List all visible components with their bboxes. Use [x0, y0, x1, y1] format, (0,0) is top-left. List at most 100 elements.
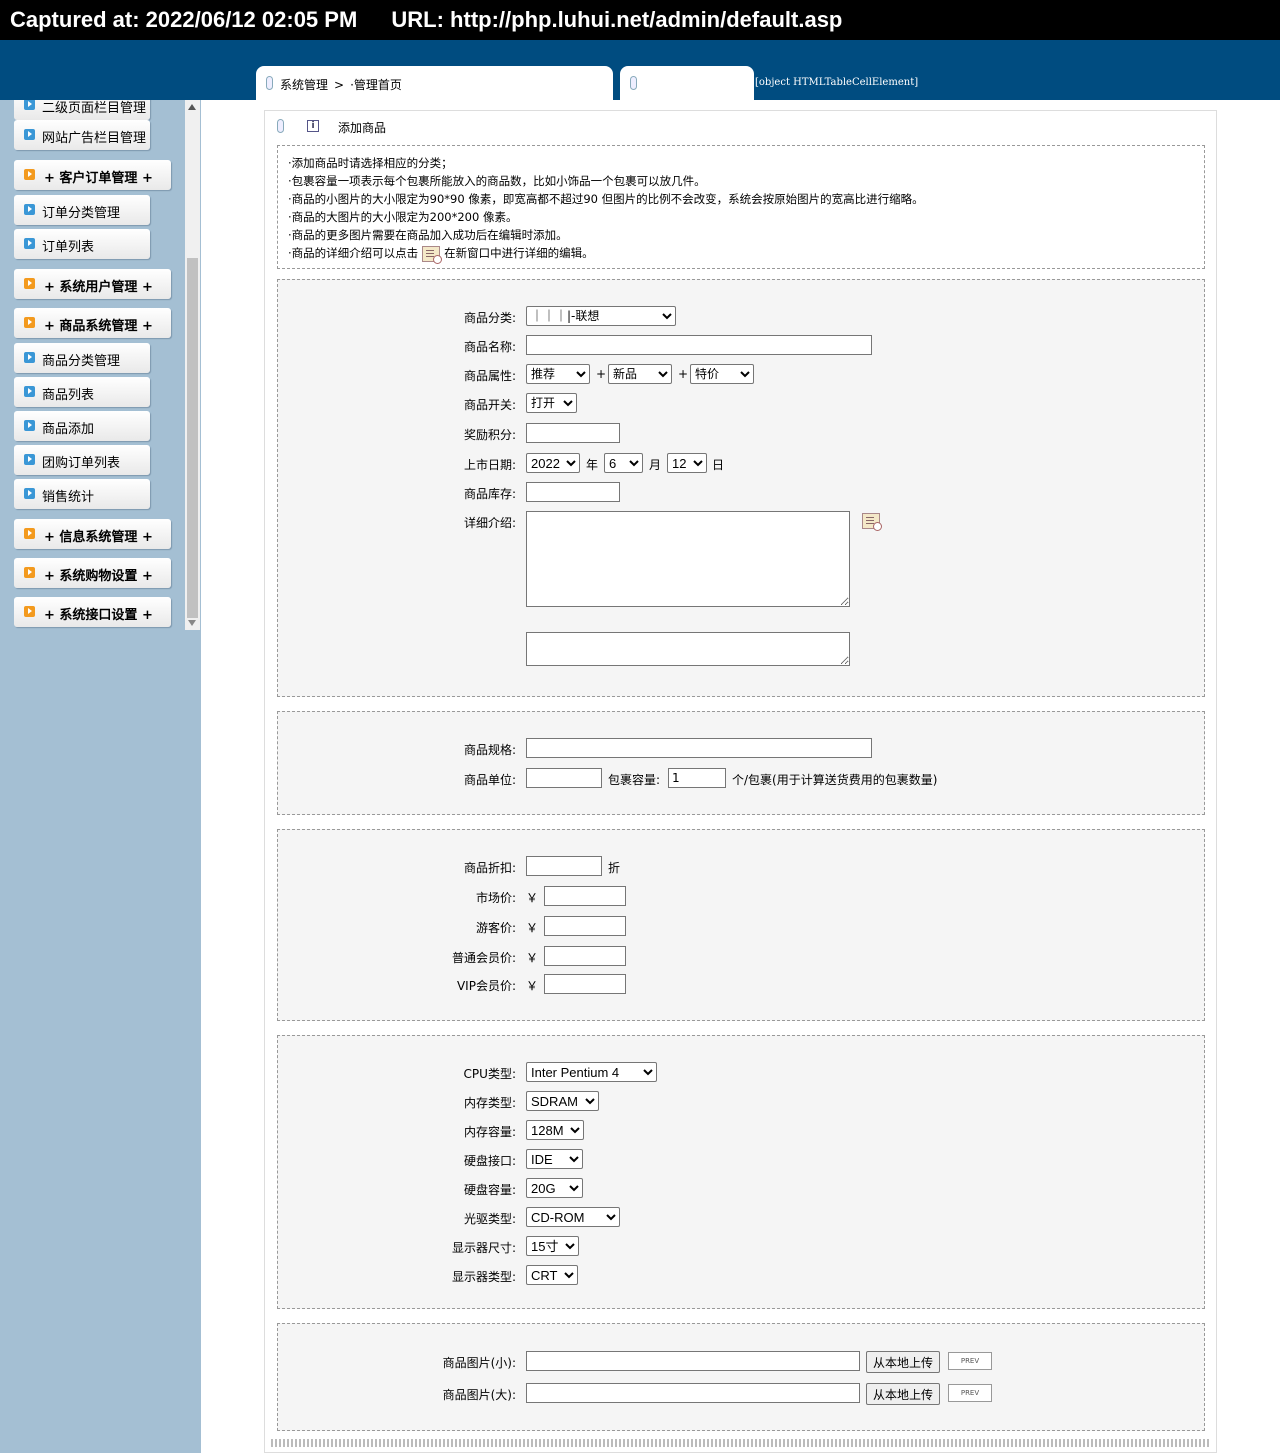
row-vip-price: VIP会员价: ￥ — [278, 974, 1206, 996]
name-label: 商品名称: — [463, 340, 516, 354]
currency-sign: ￥ — [526, 921, 539, 935]
row-points: 奖励积分: — [278, 423, 1206, 445]
vip-price-input[interactable] — [544, 974, 626, 994]
attr-special-select[interactable]: 特价 — [690, 364, 754, 384]
points-input[interactable] — [526, 423, 620, 443]
optical-label: 光驱类型: — [463, 1212, 516, 1226]
blue-arrow-icon — [24, 100, 35, 110]
mem-size-select[interactable]: 128M — [526, 1120, 584, 1140]
capacity-input[interactable] — [668, 768, 726, 788]
capacity-hint: 个/包裹(用于计算送货费用的包裹数量) — [732, 773, 938, 787]
sidebar-group[interactable]: + 客户订单管理 + — [14, 160, 171, 190]
row-date: 上市日期: 2022 年 6 月 12 日 — [278, 453, 1206, 475]
sidebar-item-label: + 系统接口设置 + — [44, 608, 153, 623]
cpu-select[interactable]: Inter Pentium 4 — [526, 1062, 657, 1082]
plus-sign: + — [596, 367, 607, 381]
month-select[interactable]: 6 — [604, 453, 643, 473]
sidebar-item[interactable]: 商品分类管理 — [14, 343, 150, 373]
market-price-input[interactable] — [544, 886, 626, 906]
category-select[interactable]: ｜｜｜|-联想 — [526, 306, 676, 326]
sidebar-item[interactable]: 网站广告栏目管理 — [14, 120, 150, 150]
upload-small-button[interactable]: 从本地上传 — [866, 1351, 941, 1373]
breadcrumb-system[interactable]: 系统管理 — [280, 78, 328, 92]
small-image-input[interactable] — [526, 1351, 860, 1371]
stock-label: 商品库存: — [463, 487, 516, 501]
row-discount: 商品折扣: 折 — [278, 856, 1206, 878]
prev-small-button[interactable]: PREV — [948, 1352, 992, 1370]
sidebar-item[interactable]: 二级页面栏目管理 — [14, 100, 150, 120]
captured-url: URL: http://php.luhui.net/admin/default.… — [391, 7, 843, 32]
attr-recommend-select[interactable]: 推荐 — [526, 364, 590, 384]
switch-select[interactable]: 打开 — [526, 393, 577, 413]
prev-large-button[interactable]: PREV — [948, 1384, 992, 1402]
sidebar-group[interactable]: + 系统用户管理 + — [14, 269, 171, 299]
sidebar-item[interactable]: 销售统计 — [14, 479, 150, 509]
sidebar-item[interactable]: 商品添加 — [14, 411, 150, 441]
image-section: 商品图片(小): 从本地上传 PREV 商品图片(大): 从本地上传 PREV — [277, 1323, 1205, 1431]
basic-info-section: 商品分类: ｜｜｜|-联想 商品名称: 商品属性: 推荐 + 新品 + 特价 商… — [277, 279, 1205, 697]
row-spec: 商品规格: — [278, 738, 1206, 760]
row-guest-price: 游客价: ￥ — [278, 916, 1206, 938]
sidebar-item-label: 订单分类管理 — [42, 206, 121, 221]
tab-system-management[interactable]: 系统管理 > ·管理首页 — [256, 66, 613, 100]
breadcrumb-home[interactable]: ·管理首页 — [350, 78, 402, 92]
year-unit: 年 — [586, 458, 599, 472]
upload-large-button[interactable]: 从本地上传 — [866, 1383, 941, 1405]
monitor-type-select[interactable]: CRT — [526, 1265, 578, 1285]
row-category: 商品分类: ｜｜｜|-联想 — [278, 306, 1206, 328]
scroll-down-arrow-icon[interactable] — [188, 620, 196, 626]
attr-new-select[interactable]: 新品 — [608, 364, 672, 384]
scroll-up-arrow-icon[interactable] — [188, 104, 196, 110]
row-mem-type: 内存类型: SDRAM — [278, 1091, 1206, 1113]
blue-arrow-icon — [24, 488, 35, 499]
sidebar-scrollbar[interactable] — [185, 100, 200, 630]
info-icon: i — [307, 120, 319, 132]
optical-select[interactable]: CD-ROM — [526, 1207, 620, 1227]
detail-edit-icon[interactable] — [862, 513, 882, 531]
mem-type-select[interactable]: SDRAM — [526, 1091, 599, 1111]
sidebar-group[interactable]: + 系统接口设置 + — [14, 597, 171, 627]
sidebar-item[interactable]: 订单分类管理 — [14, 195, 150, 225]
large-image-input[interactable] — [526, 1383, 860, 1403]
blue-arrow-icon — [24, 454, 35, 465]
discount-input[interactable] — [526, 856, 602, 876]
small-image-label: 商品图片(小): — [442, 1356, 516, 1370]
sidebar-group[interactable]: + 系统购物设置 + — [14, 558, 171, 588]
monitor-size-select[interactable]: 15寸 — [526, 1236, 579, 1256]
product-name-input[interactable] — [526, 335, 872, 355]
month-unit: 月 — [649, 458, 662, 472]
stock-input[interactable] — [526, 482, 620, 502]
guest-price-input[interactable] — [544, 916, 626, 936]
row-unit: 商品单位: 包裹容量: 个/包裹(用于计算送货费用的包裹数量) — [278, 768, 1206, 790]
detail-extra-textarea[interactable] — [526, 632, 850, 666]
sidebar-group[interactable]: + 商品系统管理 + — [14, 308, 171, 338]
sidebar-item[interactable]: 订单列表 — [14, 229, 150, 259]
spec-section: 商品规格: 商品单位: 包裹容量: 个/包裹(用于计算送货费用的包裹数量) — [277, 711, 1205, 815]
sidebar-item-label: 商品分类管理 — [42, 354, 121, 369]
year-select[interactable]: 2022 — [526, 453, 580, 473]
scroll-thumb[interactable] — [187, 258, 198, 618]
detail-textarea[interactable] — [526, 511, 850, 607]
mem-size-label: 内存容量: — [463, 1125, 516, 1139]
sidebar-item-label: + 系统购物设置 + — [44, 569, 153, 584]
discount-unit: 折 — [608, 861, 621, 875]
sidebar-item-label: 销售统计 — [42, 490, 95, 505]
sidebar-group[interactable]: + 信息系统管理 + — [14, 519, 171, 549]
main-panel: i 添加商品 ·添加商品时请选择相应的分类； ·包裹容量一项表示每个包裹所能放入… — [264, 110, 1217, 1453]
member-price-input[interactable] — [544, 946, 626, 966]
currency-sign: ￥ — [526, 979, 539, 993]
sidebar-item-label: 二级页面栏目管理 — [42, 101, 147, 116]
tab-secondary[interactable] — [620, 66, 754, 100]
disk-size-select[interactable]: 20G — [526, 1178, 583, 1198]
unit-input[interactable] — [526, 768, 602, 788]
detail-label: 详细介绍: — [463, 516, 516, 530]
spec-input[interactable] — [526, 738, 872, 758]
sidebar-item[interactable]: 团购订单列表 — [14, 445, 150, 475]
disk-if-select[interactable]: IDE — [526, 1149, 583, 1169]
day-select[interactable]: 12 — [667, 453, 707, 473]
sidebar-item-label: 订单列表 — [42, 240, 95, 255]
sidebar-item[interactable]: 商品列表 — [14, 377, 150, 407]
edit-document-icon[interactable] — [422, 245, 443, 264]
sidebar-item-label: 团购订单列表 — [42, 456, 121, 471]
orange-arrow-icon — [24, 567, 35, 578]
